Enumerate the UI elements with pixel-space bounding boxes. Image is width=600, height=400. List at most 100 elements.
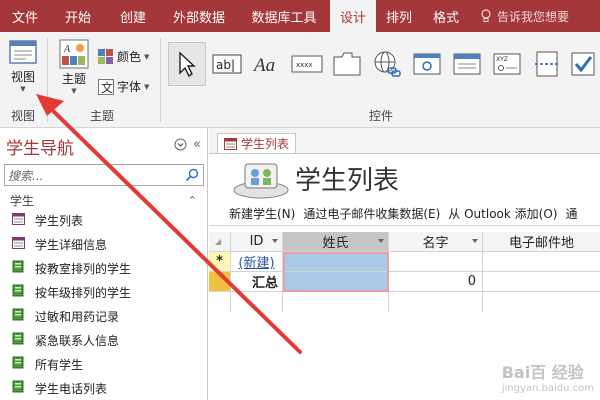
student-contacts-icon bbox=[233, 163, 289, 199]
tab-file[interactable]: 文件 bbox=[0, 0, 50, 32]
tell-me-box[interactable]: 告诉我您想要 bbox=[470, 0, 569, 32]
nav-item[interactable]: 按年级排列的学生 bbox=[0, 280, 207, 304]
report-icon bbox=[12, 260, 25, 276]
total-first-name-value[interactable]: 0 bbox=[389, 272, 483, 292]
nav-group-label: 学生 bbox=[10, 193, 35, 208]
nav-item-label: 学生详细信息 bbox=[35, 237, 108, 252]
select-all-cell[interactable]: ◢ bbox=[209, 232, 231, 252]
nav-item-label: 过敏和用药记录 bbox=[35, 309, 120, 324]
column-header-first-name[interactable]: 名字 bbox=[389, 232, 483, 252]
nav-item[interactable]: 学生列表 bbox=[0, 208, 207, 232]
report-icon bbox=[12, 308, 25, 324]
navigation-control[interactable] bbox=[448, 42, 486, 86]
column-header-label: 名字 bbox=[422, 236, 449, 251]
view-button[interactable]: 视图 ▼ bbox=[6, 38, 40, 93]
globe-link-icon bbox=[374, 51, 401, 77]
tab-external-data[interactable]: 外部数据 bbox=[160, 0, 238, 32]
svg-text:ab|: ab| bbox=[216, 58, 235, 72]
textbox-control[interactable]: ab| bbox=[208, 42, 246, 86]
nav-item[interactable]: 所有学生 bbox=[0, 352, 207, 376]
navigation-control-icon bbox=[453, 53, 481, 75]
tell-me-text: 告诉我您想要 bbox=[497, 9, 570, 24]
label-control[interactable]: Aa bbox=[248, 42, 286, 86]
tab-control[interactable] bbox=[328, 42, 366, 86]
view-button-label: 视图 bbox=[10, 70, 35, 84]
nav-item[interactable]: 学生详细信息 bbox=[0, 232, 207, 256]
new-record-email[interactable] bbox=[483, 252, 600, 272]
nav-group-header[interactable]: 学生 ⌃ bbox=[0, 190, 207, 210]
chevron-up-double-icon[interactable]: ⌃ bbox=[188, 194, 197, 207]
chevron-down-icon[interactable] bbox=[378, 239, 384, 243]
pointer-icon bbox=[179, 51, 196, 77]
tab-home[interactable]: 开始 bbox=[50, 0, 106, 32]
chevron-down-icon: ▼ bbox=[20, 85, 26, 93]
tab-format[interactable]: 格式 bbox=[422, 0, 470, 32]
datasheet-grid: ◢ ID 姓氏 名字 电子邮件地 * (新建) 汇总 0 bbox=[209, 232, 600, 312]
hyperlink-control[interactable] bbox=[368, 42, 406, 86]
option-group-control[interactable]: XYZ bbox=[488, 42, 526, 86]
nav-item[interactable]: 按教室排列的学生 bbox=[0, 256, 207, 280]
tab-create[interactable]: 创建 bbox=[106, 0, 160, 32]
chevron-down-icon: ▼ bbox=[144, 82, 150, 91]
web-browser-control[interactable] bbox=[408, 42, 446, 86]
total-row-selector[interactable] bbox=[209, 272, 231, 292]
search-icon[interactable] bbox=[185, 168, 199, 182]
button-icon: xxxx bbox=[291, 55, 323, 73]
chevron-down-icon[interactable] bbox=[272, 239, 278, 243]
document-tab-label: 学生列表 bbox=[241, 137, 290, 151]
column-header-id[interactable]: ID bbox=[231, 232, 283, 252]
fonts-button[interactable]: 文 字体 ▼ bbox=[98, 78, 149, 95]
colors-button[interactable]: 颜色 ▼ bbox=[98, 48, 149, 65]
form-title: 学生列表 bbox=[295, 166, 400, 196]
nav-item[interactable]: 紧急联系人信息 bbox=[0, 328, 207, 352]
tab-design[interactable]: 设计 bbox=[330, 0, 376, 32]
outlook-add-link[interactable]: 从 Outlook 添加(O) bbox=[448, 205, 557, 222]
svg-text:A: A bbox=[63, 44, 71, 55]
select-pointer-control[interactable] bbox=[168, 42, 206, 86]
option-group-icon: XYZ bbox=[493, 53, 521, 75]
theme-button[interactable]: A 主题 ▼ bbox=[54, 38, 94, 95]
empty-cell bbox=[389, 292, 483, 312]
nav-item[interactable]: 学生电话列表 bbox=[0, 376, 207, 400]
nav-pane-title[interactable]: 学生导航 bbox=[6, 134, 74, 159]
page-break-control[interactable] bbox=[528, 42, 566, 86]
empty-cell bbox=[283, 292, 389, 312]
views-group: 视图 ▼ 视图 bbox=[0, 32, 46, 128]
nav-search-input[interactable]: 搜索... bbox=[4, 164, 204, 186]
nav-item-label: 按教室排列的学生 bbox=[35, 261, 132, 276]
new-record-marker[interactable]: * bbox=[209, 252, 231, 272]
menu-bar: 文件 开始 创建 外部数据 数据库工具 设计 排列 格式 告诉我您想要 bbox=[0, 0, 600, 32]
total-last-name[interactable] bbox=[283, 272, 389, 292]
report-icon bbox=[12, 284, 25, 300]
nav-item[interactable]: 过敏和用药记录 bbox=[0, 304, 207, 328]
nav-menu-dropdown-icon[interactable] bbox=[174, 138, 187, 151]
report-icon bbox=[12, 380, 25, 396]
tab-database-tools[interactable]: 数据库工具 bbox=[238, 0, 330, 32]
new-student-link[interactable]: 新建学生(N) bbox=[229, 205, 295, 222]
checkbox-icon bbox=[571, 52, 595, 76]
document-tab[interactable]: 学生列表 bbox=[217, 133, 297, 153]
tab-arrange[interactable]: 排列 bbox=[376, 0, 422, 32]
tab-control-icon bbox=[333, 52, 361, 76]
font-icon: 文 bbox=[98, 78, 114, 95]
total-email[interactable] bbox=[483, 272, 600, 292]
report-icon bbox=[12, 356, 25, 372]
collect-email-link[interactable]: 通过电子邮件收集数据(E) bbox=[303, 205, 440, 222]
new-record-id[interactable]: (新建) bbox=[231, 252, 283, 272]
new-record-last-name[interactable] bbox=[283, 252, 389, 272]
column-header-email[interactable]: 电子邮件地 bbox=[483, 232, 600, 252]
more-toolbar-link[interactable]: 通 bbox=[565, 205, 577, 222]
column-header-label: ID bbox=[249, 234, 264, 249]
label-icon: Aa bbox=[252, 55, 275, 76]
report-icon bbox=[12, 332, 25, 348]
fonts-label: 字体 bbox=[117, 80, 142, 94]
button-control[interactable]: xxxx bbox=[288, 42, 326, 86]
chevron-down-icon[interactable] bbox=[472, 239, 478, 243]
chevron-down-icon: ▼ bbox=[144, 52, 150, 61]
new-record-first-name[interactable] bbox=[389, 252, 483, 272]
collapse-pane-icon[interactable]: « bbox=[193, 137, 201, 152]
total-row-label: 汇总 bbox=[231, 272, 283, 292]
checkbox-control[interactable] bbox=[566, 42, 600, 86]
color-palette-icon bbox=[98, 48, 113, 64]
column-header-last-name[interactable]: 姓氏 bbox=[283, 232, 389, 252]
